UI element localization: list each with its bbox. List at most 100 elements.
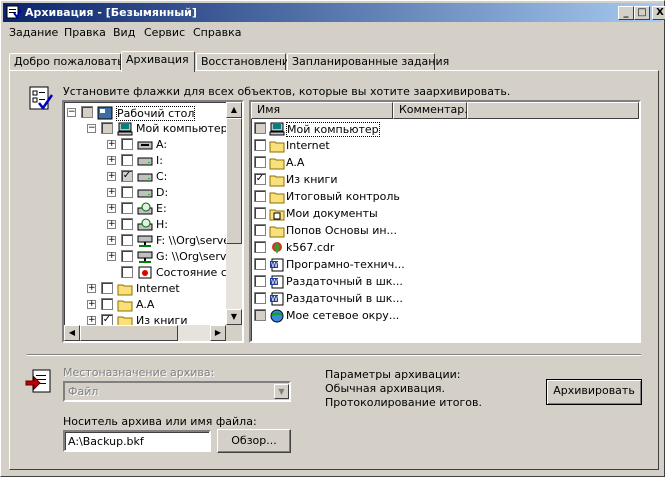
tree-item-checkbox[interactable]	[121, 266, 133, 278]
tree-item[interactable]: + ✓ C:	[64, 169, 224, 185]
list-item[interactable]: k567.cdr	[251, 240, 637, 256]
list-item[interactable]: W Програмно-технич...	[251, 257, 637, 273]
list-item[interactable]: A.A	[251, 155, 637, 171]
list-item[interactable]: W Раздаточный в шк...	[251, 291, 637, 307]
list-item[interactable]: Попов Основы ин...	[251, 223, 637, 239]
column-header-comment[interactable]: Комментар...	[393, 102, 475, 119]
expand-icon[interactable]: +	[87, 284, 96, 293]
tree-item-checkbox[interactable]	[121, 186, 133, 198]
media-path-input[interactable]: A:\Backup.bkf	[63, 430, 211, 452]
tree-item-checkbox[interactable]	[121, 250, 133, 262]
menu-task[interactable]: Задание	[9, 26, 58, 39]
tree-item-checkbox[interactable]	[101, 122, 113, 134]
folder-icon	[269, 190, 285, 204]
folder-tree[interactable]: − Рабочий стол − Мой компьютер + A: + I: + ✓ C: + D:…	[62, 100, 244, 343]
tree-item-checkbox[interactable]	[121, 218, 133, 230]
list-item-checkbox[interactable]	[254, 275, 266, 287]
tree-item[interactable]: + Internet	[64, 281, 224, 297]
tree-item[interactable]: + A:	[64, 137, 224, 153]
menu-edit[interactable]: Правка	[64, 26, 106, 39]
column-header-name[interactable]: Имя	[251, 102, 393, 119]
tab-welcome[interactable]: Добро пожаловать!	[9, 53, 128, 71]
tree-item[interactable]: + E:	[64, 201, 224, 217]
list-item[interactable]: Мое сетевое окру...	[251, 308, 637, 324]
list-item-checkbox[interactable]	[254, 292, 266, 304]
tree-scroll-up-button[interactable]: ▲	[226, 102, 242, 118]
menu-tools[interactable]: Сервис	[144, 26, 185, 39]
tree-item-checkbox[interactable]	[121, 138, 133, 150]
tree-item-label: Internet	[136, 282, 180, 295]
destination-select[interactable]: Файл ▼	[63, 381, 291, 402]
collapse-icon[interactable]: −	[67, 108, 76, 117]
tree-item-checkbox[interactable]	[101, 298, 113, 310]
column-header-empty[interactable]	[467, 102, 639, 119]
tree-vertical-scrollbar[interactable]: ▲ ▼	[226, 102, 242, 325]
tree-item-checkbox[interactable]: ✓	[121, 170, 133, 182]
menu-view[interactable]: Вид	[113, 26, 135, 39]
list-item-checkbox[interactable]	[254, 224, 266, 236]
tree-item-checkbox[interactable]	[81, 106, 93, 118]
tree-item-checkbox[interactable]	[121, 234, 133, 246]
tree-item-checkbox[interactable]	[121, 154, 133, 166]
list-item-checkbox[interactable]	[254, 258, 266, 270]
list-item-checkbox[interactable]: ✓	[254, 173, 266, 185]
tree-item[interactable]: + G: \\Org\server	[64, 249, 238, 265]
tree-item[interactable]: + I:	[64, 153, 224, 169]
tree-item[interactable]: + H:	[64, 217, 224, 233]
list-item-checkbox[interactable]	[254, 241, 266, 253]
tree-horizontal-scrollbar[interactable]: ◀ ▶	[64, 325, 226, 341]
destination-dropdown-arrow[interactable]: ▼	[274, 384, 289, 399]
title-bar[interactable]: Архивация - [Безымянный] _ □ X	[3, 3, 665, 22]
tree-item[interactable]: − Мой компьютер	[64, 121, 228, 137]
expand-icon[interactable]: +	[107, 188, 116, 197]
tab-backup[interactable]: Архивация	[121, 51, 195, 72]
list-item-checkbox[interactable]	[254, 156, 266, 168]
list-item-checkbox[interactable]	[254, 207, 266, 219]
tree-item[interactable]: + F: \\Org\server	[64, 233, 235, 249]
window-title: Архивация - [Безымянный]	[25, 6, 197, 19]
tree-scroll-down-button[interactable]: ▼	[226, 309, 242, 325]
expand-icon[interactable]: +	[107, 156, 116, 165]
list-item[interactable]: W Раздаточный в шк...	[251, 274, 637, 290]
list-item[interactable]: Мой компьютер	[251, 121, 637, 137]
tree-hscroll-thumb[interactable]	[80, 325, 178, 341]
expand-icon[interactable]: +	[87, 316, 96, 325]
file-list[interactable]: Имя Комментар... Мой компьютер Internet A.…	[249, 100, 641, 343]
tree-scroll-left-button[interactable]: ◀	[64, 325, 80, 341]
expand-icon[interactable]: +	[107, 236, 116, 245]
expand-icon[interactable]: +	[107, 220, 116, 229]
close-button[interactable]: X	[652, 6, 665, 20]
menu-help[interactable]: Справка	[193, 26, 241, 39]
tab-scheduled-jobs[interactable]: Запланированные задания	[287, 53, 449, 71]
tree-scroll-thumb[interactable]	[226, 118, 242, 244]
expand-icon[interactable]: +	[107, 172, 116, 181]
tab-restore[interactable]: Восстановление	[196, 53, 296, 71]
list-item-checkbox[interactable]	[254, 309, 266, 321]
tree-item-checkbox[interactable]	[121, 202, 133, 214]
expand-icon[interactable]: +	[107, 252, 116, 261]
maximize-button[interactable]: □	[634, 6, 650, 20]
tree-item[interactable]: Состояние системы	[64, 265, 242, 281]
system-state-icon	[137, 266, 153, 280]
expand-icon[interactable]: +	[107, 204, 116, 213]
list-item-checkbox[interactable]	[254, 190, 266, 202]
list-item-checkbox[interactable]	[254, 139, 266, 151]
tree-item[interactable]: + D:	[64, 185, 224, 201]
list-item-checkbox[interactable]	[254, 122, 266, 134]
browse-button[interactable]: Обзор...	[217, 429, 291, 453]
minimize-button[interactable]: _	[618, 6, 634, 20]
start-backup-button[interactable]: Архивировать	[546, 379, 642, 405]
list-item[interactable]: Мои документы	[251, 206, 637, 222]
list-item[interactable]: Итоговый контроль	[251, 189, 637, 205]
list-item[interactable]: ✓ Из книги	[251, 172, 637, 188]
list-item[interactable]: Internet	[251, 138, 637, 154]
expand-icon[interactable]: +	[87, 300, 96, 309]
tree-scroll-right-button[interactable]: ▶	[210, 325, 226, 341]
tree-item-checkbox[interactable]	[101, 282, 113, 294]
tree-item[interactable]: + A.A	[64, 297, 224, 313]
expand-icon[interactable]: +	[107, 140, 116, 149]
folder-icon	[269, 139, 285, 153]
tree-item[interactable]: − Рабочий стол	[64, 105, 224, 121]
svg-text:W: W	[271, 295, 278, 303]
collapse-icon[interactable]: −	[87, 124, 96, 133]
